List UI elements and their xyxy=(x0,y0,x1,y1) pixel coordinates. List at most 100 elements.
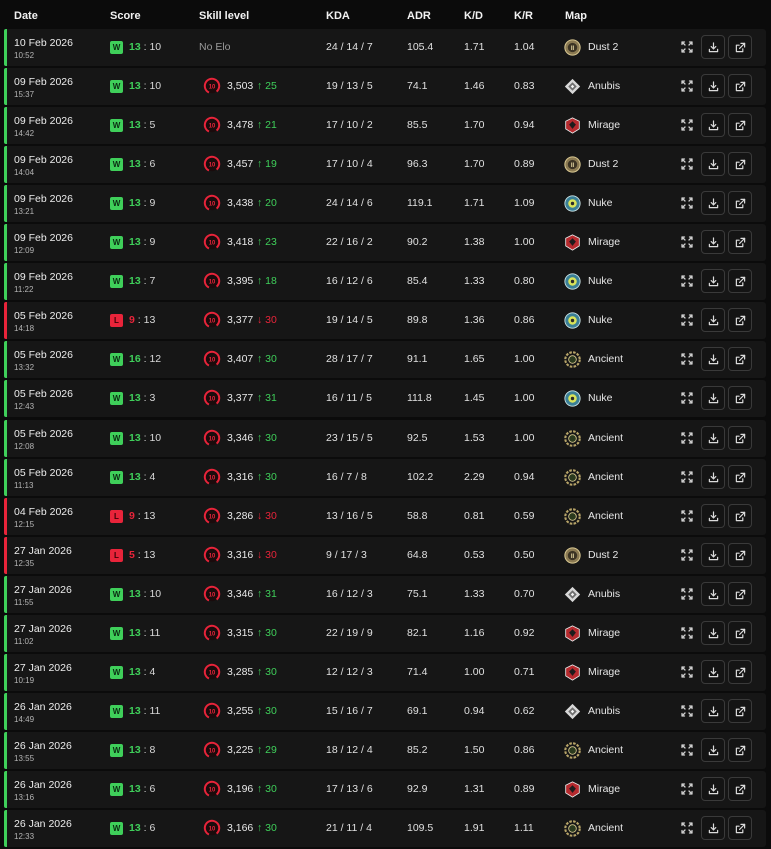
open-external-button[interactable] xyxy=(728,35,752,59)
expand-icon[interactable] xyxy=(680,470,694,484)
open-external-button[interactable] xyxy=(728,620,752,645)
open-external-button[interactable] xyxy=(728,74,752,99)
skill-level-icon: 10 xyxy=(203,350,221,368)
header-date[interactable]: Date xyxy=(14,10,38,22)
expand-icon[interactable] xyxy=(680,587,694,601)
download-button[interactable] xyxy=(701,425,725,450)
open-external-button[interactable] xyxy=(728,776,752,801)
open-external-button[interactable] xyxy=(728,230,752,255)
open-external-button[interactable] xyxy=(728,503,752,528)
elo-change-value: 30 xyxy=(265,314,277,327)
expand-icon[interactable] xyxy=(680,118,694,132)
header-score[interactable]: Score xyxy=(110,10,141,22)
match-row[interactable]: 04 Feb 2026 12:15 L 9 : 13 10 3,286 ↓ 30 13 / 1… xyxy=(4,497,766,535)
match-row[interactable]: 26 Jan 2026 13:55 W 13 : 8 10 3,225 ↑ 29 18 / 1… xyxy=(4,731,766,769)
expand-icon[interactable] xyxy=(680,157,694,171)
match-score: 5 : 13 xyxy=(129,549,155,561)
download-button[interactable] xyxy=(701,464,725,489)
download-button[interactable] xyxy=(701,230,725,255)
expand-icon[interactable] xyxy=(680,391,694,405)
open-external-button[interactable] xyxy=(728,191,752,216)
match-row[interactable]: 09 Feb 2026 11:22 W 13 : 7 10 3,395 ↑ 18 16 / 1… xyxy=(4,263,766,301)
header-adr[interactable]: ADR xyxy=(407,10,431,22)
match-row[interactable]: 09 Feb 2026 12:09 W 13 : 9 10 3,418 ↑ 23 22 / 1… xyxy=(4,224,766,262)
match-row[interactable]: 27 Jan 2026 10:19 W 13 : 4 10 3,285 ↑ 30 12 / 1… xyxy=(4,653,766,691)
svg-text:10: 10 xyxy=(209,631,216,637)
header-kd[interactable]: K/D xyxy=(464,10,483,22)
download-button[interactable] xyxy=(701,386,725,411)
expand-icon[interactable] xyxy=(680,821,694,835)
match-row[interactable]: 27 Jan 2026 12:35 L 5 : 13 10 3,316 ↓ 30 9 / 17… xyxy=(4,536,766,574)
open-external-button[interactable] xyxy=(728,152,752,177)
open-external-button[interactable] xyxy=(728,347,752,372)
match-row[interactable]: 27 Jan 2026 11:02 W 13 : 11 10 3,315 ↑ 30 22 / … xyxy=(4,614,766,652)
download-button[interactable] xyxy=(701,737,725,762)
download-button[interactable] xyxy=(701,503,725,528)
open-external-button[interactable] xyxy=(728,386,752,411)
download-button[interactable] xyxy=(701,347,725,372)
match-row[interactable]: 27 Jan 2026 11:55 W 13 : 10 10 3,346 ↑ 31 16 / … xyxy=(4,575,766,613)
download-button[interactable] xyxy=(701,74,725,99)
expand-icon[interactable] xyxy=(680,313,694,327)
match-row[interactable]: 10 Feb 2026 10:52 W 13 : 10 No Elo 24 / 14 / … xyxy=(4,29,766,66)
expand-icon[interactable] xyxy=(680,782,694,796)
open-external-button[interactable] xyxy=(728,308,752,333)
match-row[interactable]: 26 Jan 2026 14:49 W 13 : 11 10 3,255 ↑ 30 15 / … xyxy=(4,692,766,730)
expand-icon[interactable] xyxy=(680,196,694,210)
header-skill-level[interactable]: Skill level xyxy=(199,10,249,22)
download-button[interactable] xyxy=(701,816,725,840)
expand-icon[interactable] xyxy=(680,40,694,54)
open-external-button[interactable] xyxy=(728,659,752,684)
download-button[interactable] xyxy=(701,308,725,333)
header-kr[interactable]: K/R xyxy=(514,10,533,22)
match-row[interactable]: 05 Feb 2026 13:32 W 16 : 12 10 3,407 ↑ 30 28 / … xyxy=(4,341,766,379)
download-button[interactable] xyxy=(701,152,725,177)
expand-icon[interactable] xyxy=(680,79,694,93)
download-button[interactable] xyxy=(701,269,725,294)
expand-icon[interactable] xyxy=(680,548,694,562)
match-row[interactable]: 26 Jan 2026 12:33 W 13 : 6 10 3,166 ↑ 30 21 / 1… xyxy=(4,810,766,847)
expand-icon[interactable] xyxy=(680,235,694,249)
match-row[interactable]: 05 Feb 2026 11:13 W 13 : 4 10 3,316 ↑ 30 16 / 7… xyxy=(4,458,766,496)
download-button[interactable] xyxy=(701,698,725,723)
download-button[interactable] xyxy=(701,776,725,801)
expand-icon[interactable] xyxy=(680,431,694,445)
match-row[interactable]: 09 Feb 2026 13:21 W 13 : 9 10 3,438 ↑ 20 24 / 1… xyxy=(4,185,766,223)
match-row[interactable]: 09 Feb 2026 14:42 W 13 : 5 10 3,478 ↑ 21 17 / 1… xyxy=(4,107,766,145)
match-row[interactable]: 05 Feb 2026 12:08 W 13 : 10 10 3,346 ↑ 30 23 / … xyxy=(4,419,766,457)
open-external-button[interactable] xyxy=(728,113,752,138)
expand-icon[interactable] xyxy=(680,743,694,757)
open-external-button[interactable] xyxy=(728,269,752,294)
open-external-button[interactable] xyxy=(728,816,752,840)
expand-icon[interactable] xyxy=(680,274,694,288)
kr-value: 0.50 xyxy=(514,548,535,561)
header-kda[interactable]: KDA xyxy=(326,10,350,22)
download-button[interactable] xyxy=(701,35,725,59)
header-map[interactable]: Map xyxy=(565,10,587,22)
expand-icon[interactable] xyxy=(680,509,694,523)
map-name: Ancient xyxy=(588,822,624,834)
match-row[interactable]: 05 Feb 2026 14:18 L 9 : 13 10 3,377 ↓ 30 19 / 1… xyxy=(4,302,766,340)
open-external-button[interactable] xyxy=(728,698,752,723)
match-row[interactable]: 09 Feb 2026 15:37 W 13 : 10 10 3,503 ↑ 25 19 / … xyxy=(4,68,766,106)
download-button[interactable] xyxy=(701,113,725,138)
open-external-button[interactable] xyxy=(728,737,752,762)
download-button[interactable] xyxy=(701,659,725,684)
download-button[interactable] xyxy=(701,542,725,567)
match-row[interactable]: 26 Jan 2026 13:16 W 13 : 6 10 3,196 ↑ 30 17 / 1… xyxy=(4,770,766,808)
download-button[interactable] xyxy=(701,191,725,216)
match-row[interactable]: 09 Feb 2026 14:04 W 13 : 6 10 3,457 ↑ 19 17 / 1… xyxy=(4,146,766,184)
expand-icon[interactable] xyxy=(680,665,694,679)
open-external-button[interactable] xyxy=(728,542,752,567)
open-external-button[interactable] xyxy=(728,464,752,489)
expand-icon[interactable] xyxy=(680,626,694,640)
match-date: 09 Feb 2026 xyxy=(14,232,73,245)
download-button[interactable] xyxy=(701,581,725,606)
expand-icon[interactable] xyxy=(680,352,694,366)
adr-value: 69.1 xyxy=(407,704,428,717)
match-row[interactable]: 05 Feb 2026 12:43 W 13 : 3 10 3,377 ↑ 31 16 / 1… xyxy=(4,380,766,418)
expand-icon[interactable] xyxy=(680,704,694,718)
open-external-button[interactable] xyxy=(728,581,752,606)
open-external-button[interactable] xyxy=(728,425,752,450)
download-button[interactable] xyxy=(701,620,725,645)
